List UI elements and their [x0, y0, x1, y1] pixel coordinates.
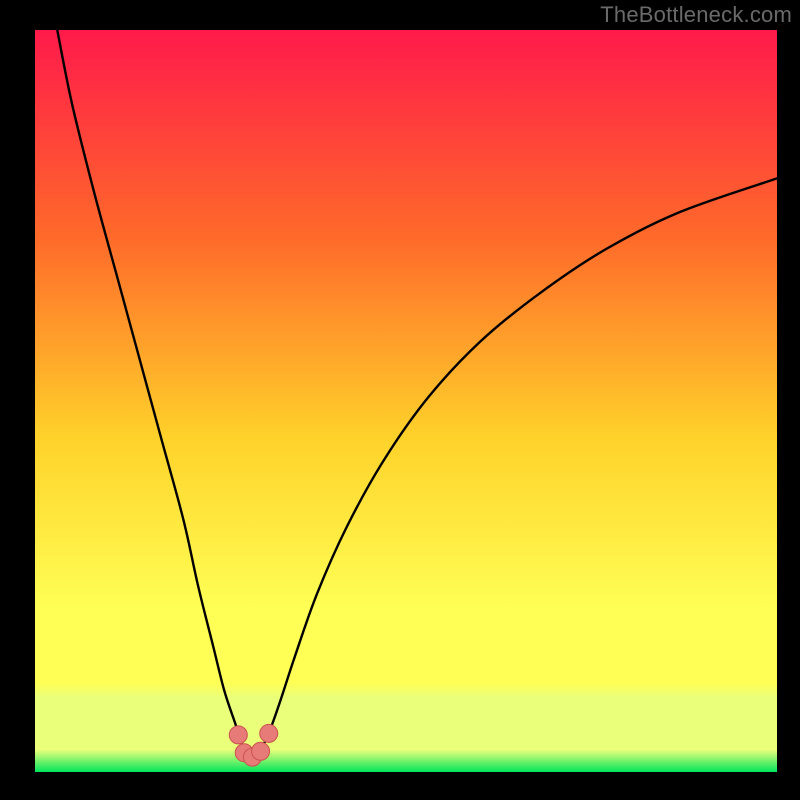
watermark-label: TheBottleneck.com: [600, 2, 792, 28]
gradient-background: [35, 30, 777, 772]
chart-frame: TheBottleneck.com: [0, 0, 800, 800]
minimum-marker: [252, 742, 270, 760]
minimum-marker: [229, 726, 247, 744]
chart-svg: [35, 30, 777, 772]
plot-area: [35, 30, 777, 772]
minimum-marker: [260, 724, 278, 742]
